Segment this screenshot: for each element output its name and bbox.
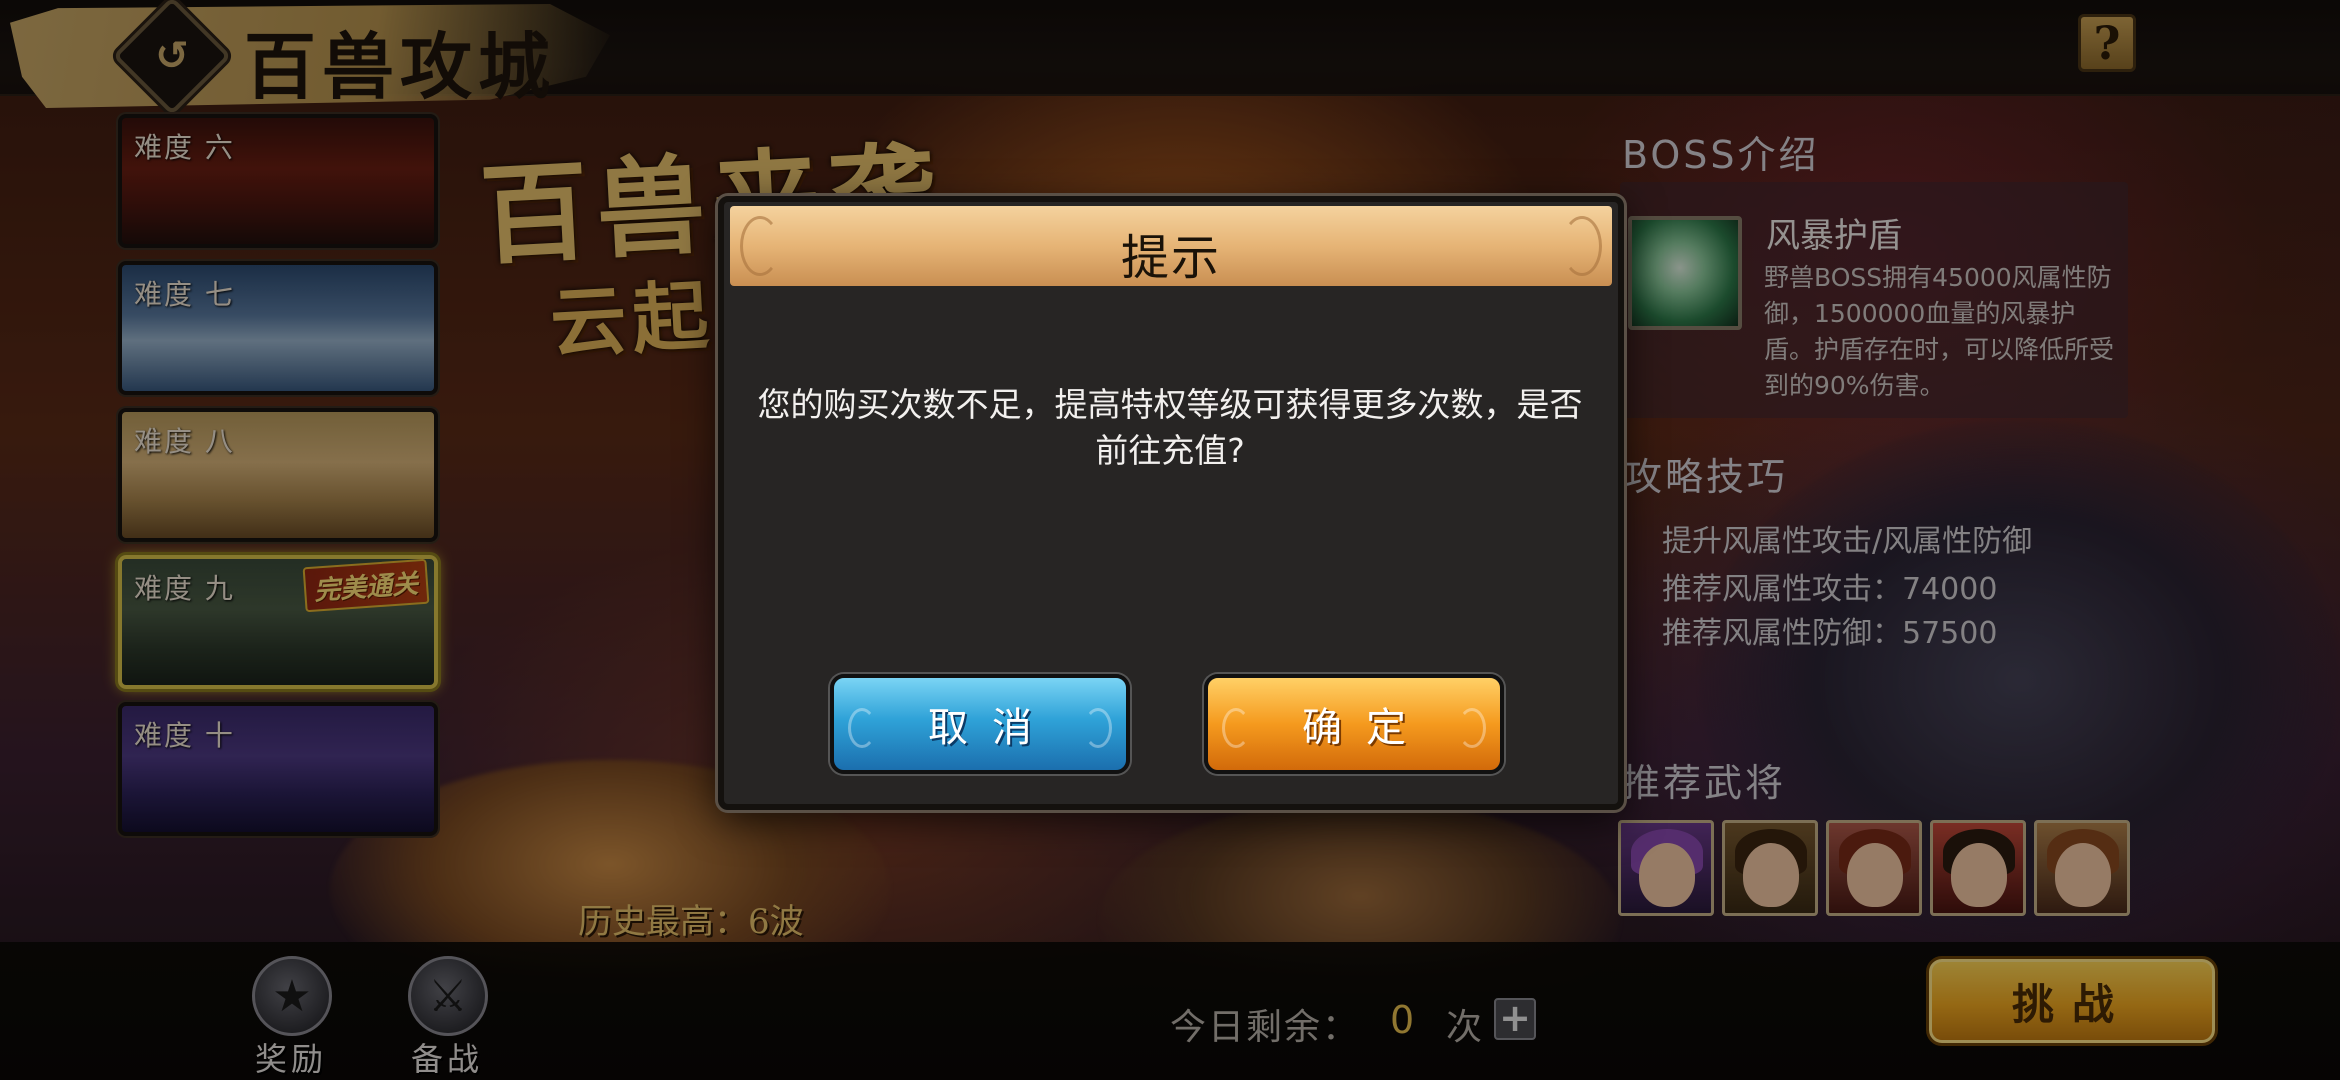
cloud-swirl-icon — [848, 708, 876, 748]
dialog-title: 提示 — [1120, 230, 1221, 286]
prompt-dialog: 提示 您的购买次数不足，提高特权等级可获得更多次数，是否前往充值? 取消 确定 — [718, 196, 1624, 810]
dialog-message: 您的购买次数不足，提高特权等级可获得更多次数，是否前往充值? — [757, 385, 1583, 470]
cloud-swirl-icon — [1458, 708, 1486, 748]
dialog-header: 提示 — [730, 206, 1612, 286]
confirm-label: 确定 — [1302, 705, 1430, 751]
confirm-button[interactable]: 确定 — [1204, 674, 1504, 774]
cancel-label: 取消 — [928, 705, 1056, 751]
cloud-swirl-icon — [1222, 708, 1250, 748]
cancel-button[interactable]: 取消 — [830, 674, 1130, 774]
cloud-swirl-icon — [1084, 708, 1112, 748]
